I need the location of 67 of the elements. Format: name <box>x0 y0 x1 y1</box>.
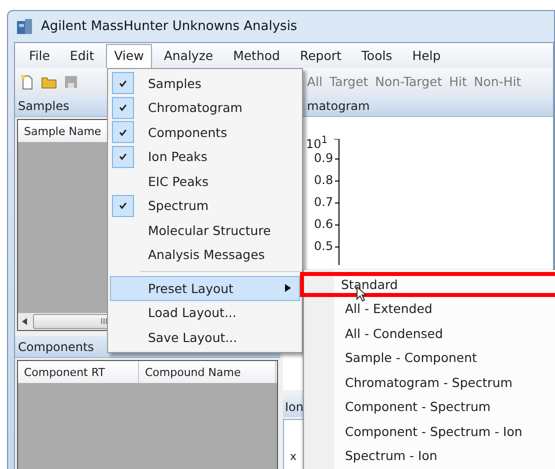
check-icon <box>119 80 127 87</box>
submenu-arrow-icon <box>285 284 291 292</box>
tick-label: 0.7 <box>314 195 334 209</box>
filter-option[interactable]: Non-Hit <box>474 74 522 89</box>
checkbox[interactable] <box>112 121 134 144</box>
menu-label: EIC Peaks <box>148 174 208 189</box>
filter-option[interactable]: Target <box>330 74 368 89</box>
filter-option[interactable]: Hit <box>449 74 467 89</box>
axis-label: x <box>290 450 297 463</box>
filter-option[interactable]: All <box>307 74 322 89</box>
new-file-icon[interactable] <box>19 74 35 90</box>
checkbox[interactable] <box>112 194 134 217</box>
menu-label: Samples <box>148 76 202 91</box>
axis-scale-label: 10$^{1}$ <box>306 135 328 151</box>
menu-option[interactable]: Ion Peaks <box>110 144 300 169</box>
column-header[interactable]: Compound Name <box>139 361 276 383</box>
menu-label: Molecular Structure <box>148 222 271 238</box>
check-icon <box>119 153 127 160</box>
menu-option[interactable]: Sample - Component <box>304 346 555 370</box>
pane-title: Components <box>18 340 94 354</box>
menu-option[interactable]: Chromatogram - Spectrum <box>304 370 555 394</box>
menu-item[interactable]: Analyze <box>156 44 222 68</box>
column-header[interactable]: Component RT <box>18 361 139 383</box>
menu-option[interactable]: Chromatogram <box>110 96 300 120</box>
grip-marks: III <box>100 317 108 326</box>
check-icon <box>119 202 127 210</box>
check-icon <box>119 128 127 136</box>
pane-title: matogram <box>307 98 370 112</box>
menu-option[interactable]: Spectrum <box>110 194 300 218</box>
menu-label: Analysis Messages <box>148 247 265 262</box>
menu-item[interactable]: Report <box>292 44 350 68</box>
filter-option[interactable]: Non-Target <box>375 74 442 89</box>
tick-label: 0.8 <box>314 173 334 187</box>
menu-option[interactable]: EIC Peaks <box>110 169 300 194</box>
tick-label: 0.5 <box>314 239 334 253</box>
pane-title: Ion <box>285 400 304 414</box>
checkbox[interactable] <box>112 72 134 94</box>
tick-label: 0.6 <box>314 217 334 231</box>
menu-label: Components <box>148 124 228 140</box>
menu-option[interactable]: All - Condensed <box>304 321 555 346</box>
menu-label: Ion Peaks <box>148 149 208 164</box>
menu-option[interactable]: Analysis Messages <box>110 242 300 267</box>
menu-item[interactable]: Help <box>404 44 449 68</box>
checkbox[interactable] <box>112 96 134 119</box>
menu-item[interactable]: View <box>106 44 152 68</box>
check-icon <box>119 104 127 112</box>
menu-item[interactable]: Tools <box>353 44 400 68</box>
pane-title: Samples <box>18 98 70 112</box>
menu-item[interactable]: Edit <box>62 44 102 68</box>
tick-label: 0.9 <box>314 151 334 165</box>
menu-option[interactable]: Samples <box>110 71 300 96</box>
menu-option[interactable]: All - Extended <box>304 296 555 321</box>
menu-label: Chromatogram <box>148 100 242 116</box>
menu-option[interactable]: Component - Spectrum - Ion <box>304 419 555 444</box>
menu-option[interactable]: Component - Spectrum <box>304 394 555 419</box>
scroll-left-icon[interactable] <box>22 318 27 325</box>
menu-label: Spectrum <box>148 198 209 214</box>
menu-option[interactable]: Spectrum - Ion <box>304 444 555 468</box>
menu-option[interactable]: Molecular Structure <box>110 218 300 242</box>
window-title: Agilent MassHunter Unknowns Analysis <box>41 19 298 34</box>
menu-label: Preset Layout <box>148 280 234 296</box>
menu-option[interactable]: Preset Layout <box>110 276 300 300</box>
menu-item[interactable]: Method <box>225 44 288 68</box>
checkbox[interactable] <box>112 146 134 168</box>
menu-label: Save Layout... <box>148 330 238 345</box>
app-icon <box>16 18 34 36</box>
menu-item[interactable]: File <box>21 44 58 68</box>
